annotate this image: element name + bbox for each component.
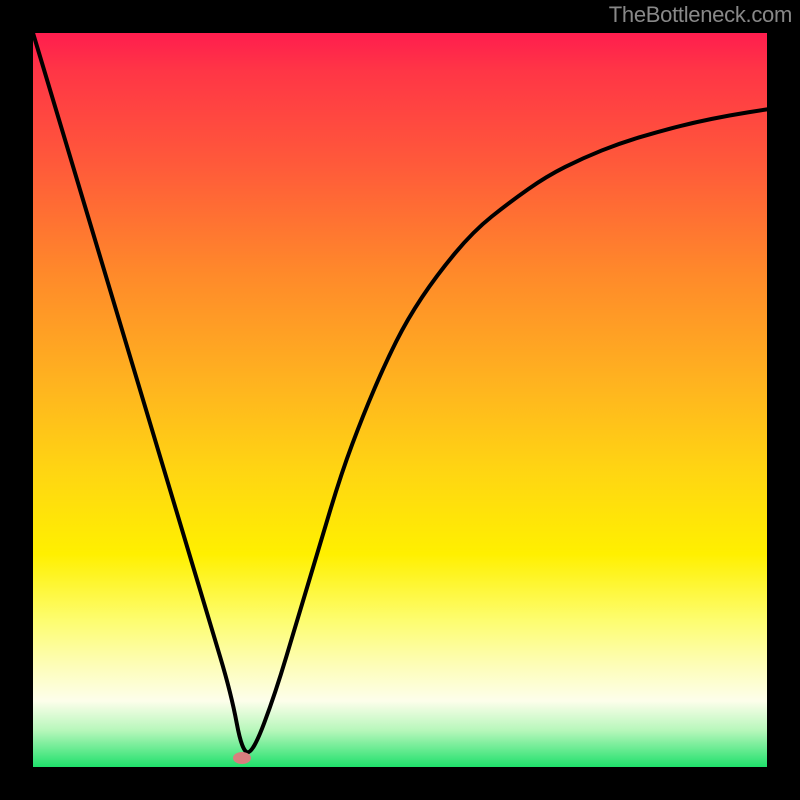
curve-layer xyxy=(33,33,767,767)
bottleneck-curve xyxy=(33,33,767,752)
chart-container: TheBottleneck.com xyxy=(0,0,800,800)
watermark-text: TheBottleneck.com xyxy=(609,2,792,28)
minimum-marker xyxy=(233,752,251,764)
